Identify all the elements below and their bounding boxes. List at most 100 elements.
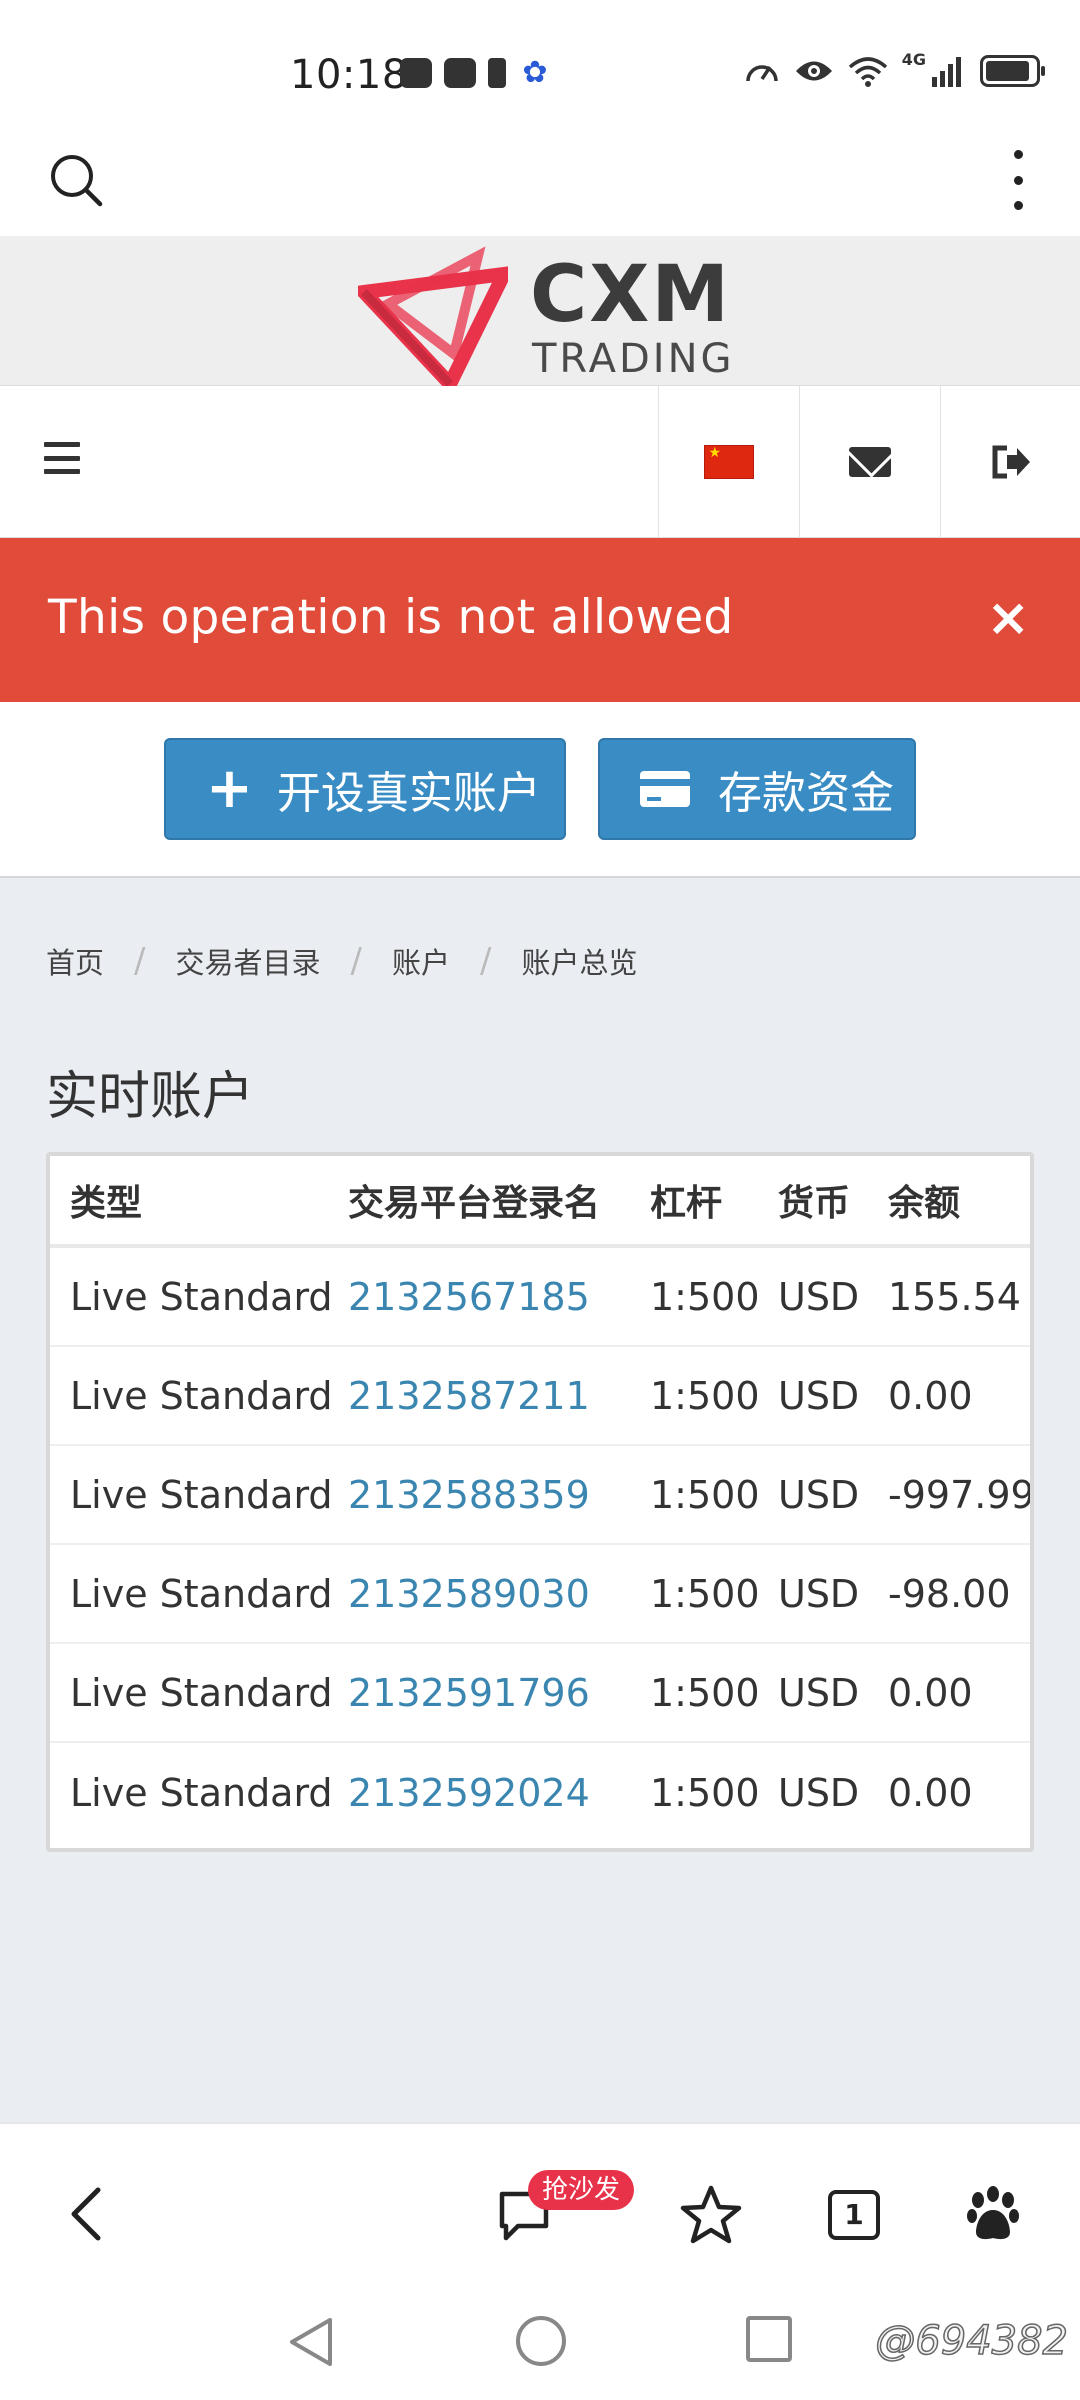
system-navigation: @694382 xyxy=(0,2292,1080,2400)
status-time: 10:18 xyxy=(290,52,408,98)
nav-back-icon[interactable] xyxy=(282,2312,342,2372)
logo-wordmark[interactable]: CXM xyxy=(530,250,731,340)
language-selector[interactable] xyxy=(658,386,798,538)
breadcrumb-separator: / xyxy=(350,941,362,981)
account-login-link[interactable]: 2132567185 xyxy=(348,1248,590,1345)
speedometer-icon xyxy=(745,65,778,82)
network-type-label: 4G xyxy=(901,49,926,69)
account-type: Live Standard xyxy=(70,1274,333,1319)
breadcrumb-accounts[interactable]: 账户 xyxy=(392,940,450,982)
account-balance: 155.54 xyxy=(888,1274,1021,1319)
notification-icons: ✿ xyxy=(400,58,552,88)
signal-icon xyxy=(932,57,961,87)
close-icon[interactable]: × xyxy=(986,592,1030,644)
tabs-icon[interactable]: 1 xyxy=(828,2190,880,2240)
accounts-table: 类型 交易平台登录名 杠杆 货币 余额 Live Standard 213256… xyxy=(46,1152,1034,1852)
star-icon[interactable] xyxy=(680,2184,742,2246)
account-leverage: 1:500 xyxy=(650,1373,760,1418)
nav-home-icon[interactable] xyxy=(516,2316,566,2366)
cxm-logo-mark[interactable] xyxy=(358,244,508,386)
nav-recents-icon[interactable] xyxy=(746,2316,792,2362)
account-currency: USD xyxy=(778,1373,860,1418)
account-currency: USD xyxy=(778,1472,860,1517)
account-balance: -98.00 xyxy=(888,1571,1011,1616)
account-login-link[interactable]: 2132592024 xyxy=(348,1743,590,1842)
account-leverage: 1:500 xyxy=(650,1472,760,1517)
site-header: CXM TRADING xyxy=(0,236,1080,386)
action-bar: + 开设真实账户 存款资金 xyxy=(0,702,1080,878)
breadcrumb-current: 账户总览 xyxy=(521,946,638,980)
breadcrumb-trader-directory[interactable]: 交易者目录 xyxy=(175,940,320,982)
status-bar: 10:18 ✿ 4G xyxy=(0,0,1080,120)
column-header-leverage: 杠杆 xyxy=(650,1183,723,1224)
account-balance: -997.99 xyxy=(888,1472,1034,1517)
status-indicators: 4G xyxy=(744,50,1045,87)
breadcrumb: 首页 / 交易者目录 / 账户 / 账户总览 xyxy=(46,940,637,982)
open-account-label: 开设真实账户 xyxy=(276,768,541,819)
account-leverage: 1:500 xyxy=(650,1670,760,1715)
account-leverage: 1:500 xyxy=(650,1274,760,1319)
table-row: Live Standard 2132587211 1:500 USD 0.00 xyxy=(50,1347,1030,1446)
hamburger-menu-icon[interactable] xyxy=(44,442,80,474)
wifi-icon xyxy=(848,57,887,87)
table-row: Live Standard 2132567185 1:500 USD 155.5… xyxy=(50,1248,1030,1347)
breadcrumb-separator: / xyxy=(134,941,146,981)
column-header-type: 类型 xyxy=(70,1183,143,1224)
huawei-notification-icon xyxy=(400,58,432,88)
more-vertical-icon[interactable] xyxy=(1010,150,1026,210)
account-type: Live Standard xyxy=(70,1472,333,1517)
account-leverage: 1:500 xyxy=(650,1571,760,1616)
battery-level-fill xyxy=(986,61,1029,81)
account-balance: 0.00 xyxy=(888,1770,973,1815)
credit-card-icon xyxy=(640,771,690,807)
deposit-funds-button[interactable]: 存款资金 xyxy=(598,738,916,840)
account-leverage: 1:500 xyxy=(650,1770,760,1815)
column-header-login: 交易平台登录名 xyxy=(348,1183,601,1224)
battery-icon xyxy=(980,55,1045,87)
account-login-link[interactable]: 2132588359 xyxy=(348,1446,590,1543)
account-type: Live Standard xyxy=(70,1571,333,1616)
back-arrow-icon[interactable] xyxy=(60,2184,120,2244)
mail-icon xyxy=(848,447,891,477)
table-row: Live Standard 2132589030 1:500 USD -98.0… xyxy=(50,1545,1030,1644)
browser-top-bar xyxy=(0,120,1080,236)
open-live-account-button[interactable]: + 开设真实账户 xyxy=(164,738,566,840)
page-title: 实时账户 xyxy=(46,1067,255,1127)
messages-button[interactable] xyxy=(799,386,939,538)
watermark: @694382 xyxy=(875,2317,1069,2365)
baidu-du-icon[interactable] xyxy=(966,2186,1020,2242)
eye-icon xyxy=(795,61,832,81)
column-header-currency: 货币 xyxy=(778,1183,851,1224)
china-flag-icon xyxy=(703,445,754,479)
deposit-label: 存款资金 xyxy=(718,768,894,819)
account-balance: 0.00 xyxy=(888,1670,973,1715)
account-login-link[interactable]: 2132591796 xyxy=(348,1644,590,1741)
search-icon[interactable] xyxy=(48,152,104,208)
logout-button[interactable] xyxy=(940,386,1080,538)
table-row: Live Standard 2132591796 1:500 USD 0.00 xyxy=(50,1644,1030,1743)
error-alert: This operation is not allowed × xyxy=(0,538,1080,702)
site-nav xyxy=(0,386,1080,538)
baidu-paw-icon: ✿ xyxy=(522,55,548,90)
browser-bottom-bar: 抢沙发 1 xyxy=(0,2122,1080,2292)
account-balance: 0.00 xyxy=(888,1373,973,1418)
plus-icon: + xyxy=(206,756,253,821)
battery-alert-icon xyxy=(488,58,506,88)
account-currency: USD xyxy=(778,1770,860,1815)
column-header-balance: 余额 xyxy=(888,1183,961,1224)
comment-badge[interactable]: 抢沙发 xyxy=(528,2170,635,2210)
account-currency: USD xyxy=(778,1670,860,1715)
breadcrumb-home[interactable]: 首页 xyxy=(46,940,104,982)
account-login-link[interactable]: 2132587211 xyxy=(348,1347,590,1444)
alert-message: This operation is not allowed xyxy=(48,590,734,645)
huawei-notification-icon xyxy=(444,58,476,88)
table-header: 类型 交易平台登录名 杠杆 货币 余额 xyxy=(50,1156,1030,1248)
account-currency: USD xyxy=(778,1274,860,1319)
breadcrumb-separator: / xyxy=(479,941,492,981)
account-login-link[interactable]: 2132589030 xyxy=(348,1545,590,1642)
table-row: Live Standard 2132588359 1:500 USD -997.… xyxy=(50,1446,1030,1545)
logout-icon xyxy=(992,445,1030,479)
table-row: Live Standard 2132592024 1:500 USD 0.00 xyxy=(50,1743,1030,1842)
main-content: 首页 / 交易者目录 / 账户 / 账户总览 实时账户 类型 交易平台登录名 杠… xyxy=(0,878,1080,2122)
account-type: Live Standard xyxy=(70,1373,333,1418)
